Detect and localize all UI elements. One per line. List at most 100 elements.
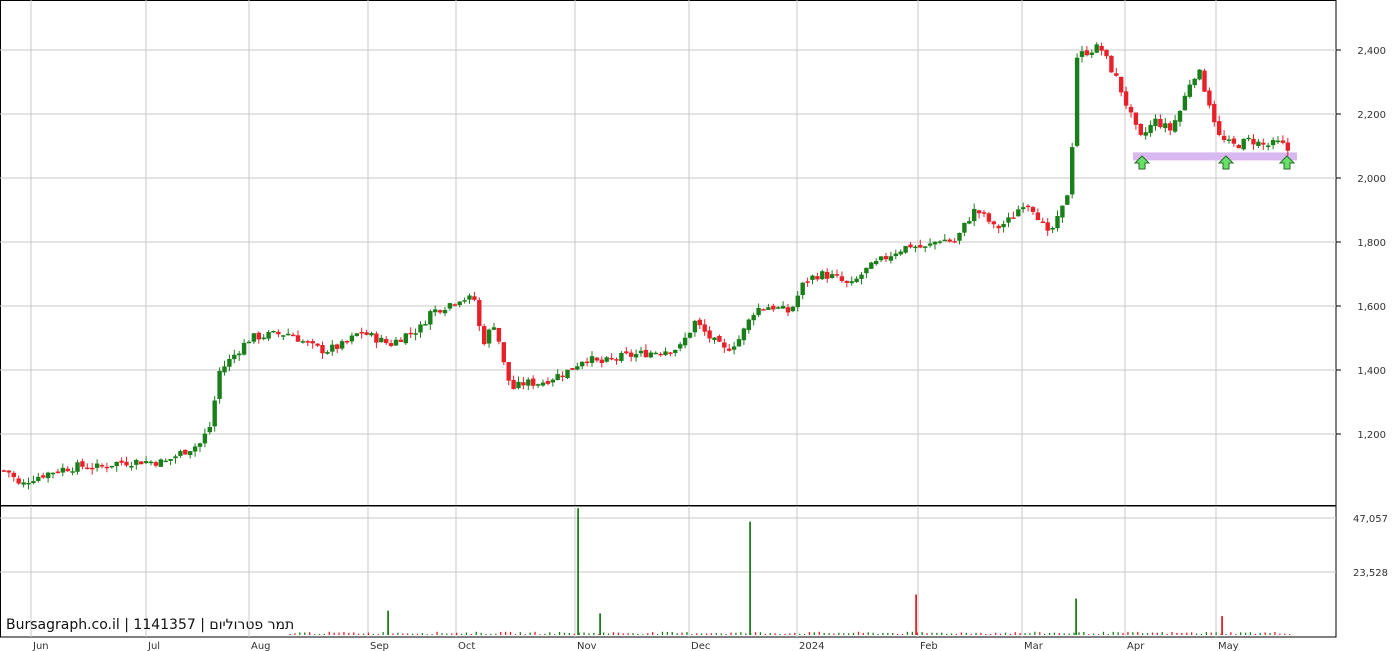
candle-down xyxy=(594,357,600,361)
candle-up xyxy=(232,354,237,360)
volume-bar xyxy=(495,633,497,635)
candle-down xyxy=(570,368,575,370)
volume-bar xyxy=(710,633,713,635)
volume-bar xyxy=(343,631,345,635)
volume-bar xyxy=(1068,633,1070,635)
candle-down xyxy=(560,375,565,378)
month-axis: Jun Jul Aug Sep Oct Nov Dec 2024 Feb Mar Apr May xyxy=(32,641,1239,651)
volume-bar xyxy=(313,634,316,635)
volume-bar xyxy=(519,632,521,635)
candle-down xyxy=(702,324,707,332)
candle-up xyxy=(1192,78,1197,86)
volume-bar xyxy=(524,634,526,635)
support-zone xyxy=(1133,152,1297,161)
candle-up xyxy=(1148,124,1153,134)
candle-down xyxy=(477,300,482,327)
candle-down xyxy=(80,461,85,467)
candle-up xyxy=(197,443,203,447)
volume-bar xyxy=(353,632,355,635)
volume-bar xyxy=(901,633,904,635)
candle-up xyxy=(246,341,252,344)
candle-up xyxy=(756,307,761,316)
candle-up xyxy=(271,330,276,333)
volume-bar xyxy=(583,632,585,635)
candle-up xyxy=(604,357,609,362)
volume-bar xyxy=(402,633,404,635)
candle-up xyxy=(1241,138,1246,150)
candle-up xyxy=(854,278,859,282)
volume-bar xyxy=(857,631,860,635)
volume-bar xyxy=(794,632,796,635)
volume-bar xyxy=(627,633,629,635)
volume-bar xyxy=(720,633,722,635)
volume-bar xyxy=(745,633,747,635)
price-tick-label: 2,200 xyxy=(1357,110,1386,121)
candle-up xyxy=(967,221,972,224)
candle-up xyxy=(207,426,212,433)
candle-up xyxy=(486,329,492,344)
volume-bar xyxy=(823,633,825,635)
volume-bar xyxy=(882,632,884,635)
candle-down xyxy=(1025,205,1031,208)
candle-down xyxy=(452,304,457,306)
candle-down xyxy=(104,466,110,469)
candle-down xyxy=(722,342,727,348)
candle-down xyxy=(1045,222,1050,231)
candle-up xyxy=(1187,84,1192,97)
stock-chart: 1,200 1,400 1,600 1,800 2,000 2,200 2,400 47,0… xyxy=(0,0,1388,651)
volume-bar xyxy=(1186,632,1188,635)
candle-up xyxy=(1021,207,1026,210)
chart-grid xyxy=(0,0,1337,638)
candle-up xyxy=(869,262,874,269)
candle-up xyxy=(731,346,737,350)
candle-down xyxy=(629,352,634,357)
candle-up xyxy=(325,352,330,354)
price-frame xyxy=(0,0,1337,506)
candle-down xyxy=(996,225,1001,229)
volume-bar xyxy=(833,633,835,635)
volume-bar xyxy=(1151,632,1154,635)
candle-up xyxy=(251,333,257,342)
volume-spike xyxy=(387,610,389,635)
candle-up xyxy=(516,381,521,389)
volume-bar xyxy=(294,633,296,635)
volume-bar xyxy=(955,633,958,635)
volume-bar xyxy=(1132,632,1134,635)
volume-bar xyxy=(1279,633,1281,635)
volume-bar xyxy=(1117,632,1119,635)
candle-down xyxy=(717,336,722,342)
volume-spike xyxy=(1221,616,1223,635)
candle-up xyxy=(202,433,208,444)
volume-bar xyxy=(436,631,438,635)
candle-up xyxy=(893,253,898,257)
candle-up xyxy=(286,333,291,336)
volume-bar xyxy=(318,633,321,635)
candle-down xyxy=(1168,123,1173,131)
price-axis: 1,200 1,400 1,600 1,800 2,000 2,200 2,400 xyxy=(1336,46,1386,441)
volume-bar xyxy=(877,633,879,635)
volume-bar xyxy=(470,634,472,635)
month-label: Apr xyxy=(1127,641,1145,651)
volume-bar xyxy=(1166,633,1168,635)
candle-up xyxy=(281,335,286,337)
candle-up xyxy=(751,315,756,321)
volume-bar xyxy=(289,633,291,635)
candle-down xyxy=(384,338,389,344)
volume-bar xyxy=(769,632,771,635)
volume-bar xyxy=(367,632,370,635)
volume-bar xyxy=(514,634,517,635)
volume-bar xyxy=(852,632,855,635)
candle-up xyxy=(580,361,585,367)
volume-bar xyxy=(416,633,419,635)
candle-up xyxy=(923,246,928,248)
volume-bar xyxy=(1048,633,1051,635)
candle-down xyxy=(614,359,619,361)
candle-up xyxy=(1226,139,1232,141)
candle-down xyxy=(1212,104,1217,123)
candle-down xyxy=(11,472,16,478)
volume-bar xyxy=(921,632,923,635)
volume-bar xyxy=(936,632,938,635)
candle-up xyxy=(491,327,497,330)
candle-up xyxy=(1001,223,1006,228)
volume-bar xyxy=(603,632,605,635)
